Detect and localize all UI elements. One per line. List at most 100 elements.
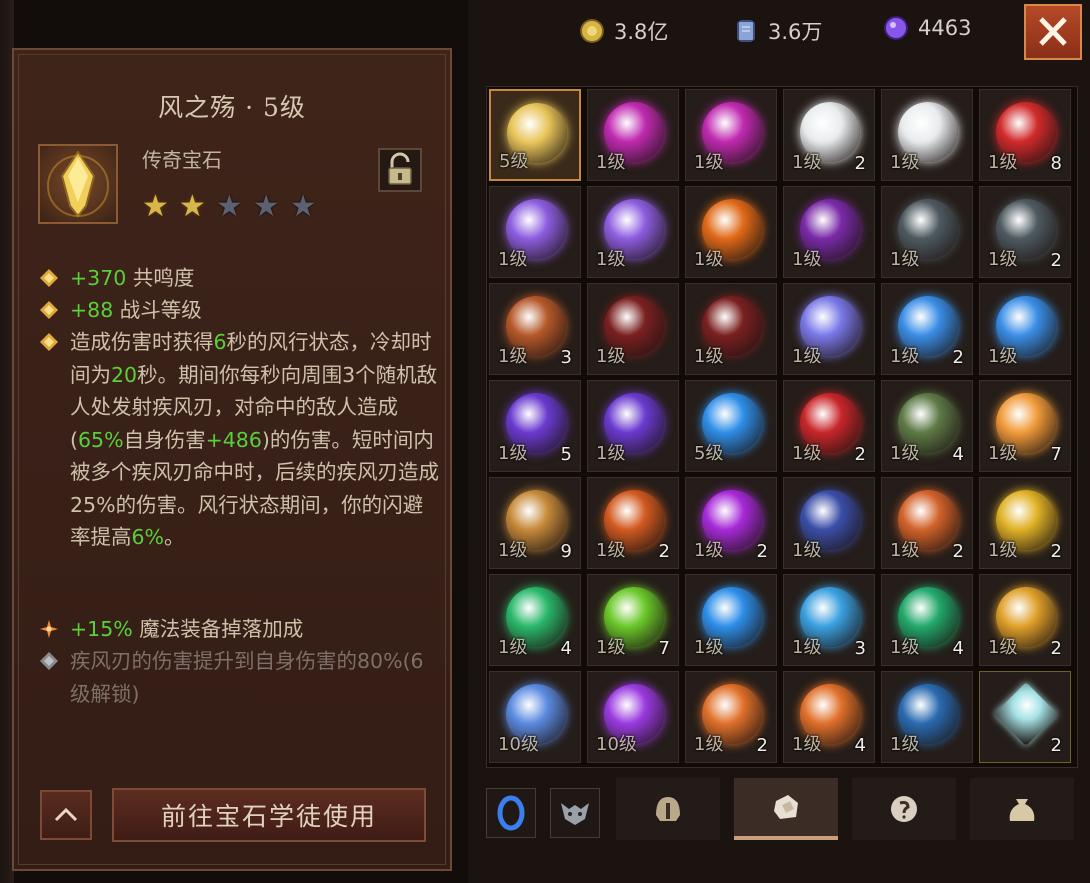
gem-slot[interactable]: 10级 bbox=[489, 671, 581, 763]
gem-slot[interactable]: 1级 2 bbox=[783, 89, 875, 181]
gem-slot[interactable]: 1级 bbox=[783, 186, 875, 278]
gem-slot[interactable]: 1级 bbox=[783, 283, 875, 375]
star-empty-icon: ★ bbox=[252, 189, 280, 224]
gem-level: 5级 bbox=[499, 151, 529, 172]
gem-count: 2 bbox=[854, 153, 866, 174]
gem-slot[interactable]: 1级 2 bbox=[685, 477, 777, 569]
gem-slot[interactable]: 5级 bbox=[685, 380, 777, 472]
gold-coin-icon bbox=[580, 19, 604, 43]
tab-gems[interactable] bbox=[734, 778, 838, 840]
effect-damage-flat: +486 bbox=[205, 427, 262, 452]
collapse-button[interactable] bbox=[40, 790, 92, 840]
gem-count: 2 bbox=[658, 541, 670, 562]
gem-slot[interactable]: 1级 9 bbox=[489, 477, 581, 569]
tab-helmet[interactable] bbox=[616, 778, 720, 840]
gem-count: 2 bbox=[756, 541, 768, 562]
gem-slot[interactable]: 2 bbox=[979, 671, 1071, 763]
gem-count: 2 bbox=[854, 444, 866, 465]
gem-slot[interactable]: 1级 4 bbox=[783, 671, 875, 763]
gem-slot[interactable]: 1级 5 bbox=[489, 380, 581, 472]
gem-slot[interactable]: 1级 7 bbox=[979, 380, 1071, 472]
close-button[interactable] bbox=[1024, 4, 1082, 60]
currency-orb: 4463 bbox=[884, 16, 971, 40]
gem-slot[interactable]: 1级 4 bbox=[881, 380, 973, 472]
gem-slot[interactable]: 1级 8 bbox=[979, 89, 1071, 181]
stat-combat-level-value: +88 bbox=[70, 298, 114, 322]
gem-inventory-panel: 3.8亿 3.6万 4463 5级 1级 1级 1级 2 1级 1级 8 1级 1级 1级 1级 1级 1… bbox=[468, 0, 1090, 883]
gem-level: 1级 bbox=[890, 443, 920, 464]
gem-count: 5 bbox=[560, 444, 572, 465]
gem-grid: 5级 1级 1级 1级 2 1级 1级 8 1级 1级 1级 1级 1级 1级 2 1级 3 1级 1级 1级 1级 2 1… bbox=[486, 86, 1078, 768]
gem-slot[interactable]: 1级 3 bbox=[489, 283, 581, 375]
stat-resonance: +370 共鸣度 bbox=[40, 262, 440, 295]
tab-demon-mask[interactable] bbox=[550, 788, 600, 838]
gem-slot[interactable]: 1级 bbox=[685, 283, 777, 375]
gem-slot[interactable]: 1级 bbox=[587, 380, 679, 472]
purple-orb-icon bbox=[884, 16, 908, 40]
gem-effect-text: 造成伤害时获得6秒的风行状态，冷却时间为20秒。期间你每秒向周围3个随机敌人处发… bbox=[40, 326, 440, 554]
gem-slot[interactable]: 1级 bbox=[881, 89, 973, 181]
gem-count: 2 bbox=[1050, 541, 1062, 562]
use-at-gem-apprentice-button[interactable]: 前往宝石学徒使用 bbox=[112, 788, 426, 842]
gem-slot[interactable]: 1级 bbox=[587, 186, 679, 278]
gem-level: 1级 bbox=[890, 540, 920, 561]
gem-level: 1级 bbox=[694, 346, 724, 367]
gem-slot[interactable]: 1级 4 bbox=[489, 574, 581, 666]
currency-gold: 3.8亿 bbox=[580, 16, 668, 46]
gold-diamond-icon bbox=[40, 269, 58, 287]
lock-button[interactable] bbox=[378, 148, 422, 192]
gem-level: 1级 bbox=[694, 249, 724, 270]
tab-rune[interactable] bbox=[852, 778, 956, 840]
close-icon bbox=[1039, 17, 1067, 46]
currency-orb-value: 4463 bbox=[918, 16, 972, 40]
tab-bag[interactable] bbox=[970, 778, 1074, 840]
gem-slot[interactable]: 1级 4 bbox=[881, 574, 973, 666]
gem-slot[interactable]: 1级 bbox=[783, 477, 875, 569]
gold-diamond-icon bbox=[40, 333, 58, 351]
stat-resonance-value: +370 bbox=[70, 266, 127, 290]
gem-slot[interactable]: 1级 bbox=[685, 186, 777, 278]
gem-slot[interactable]: 1级 2 bbox=[979, 574, 1071, 666]
star-empty-icon: ★ bbox=[215, 189, 243, 224]
gem-slot[interactable]: 1级 2 bbox=[685, 671, 777, 763]
effect-duration: 6 bbox=[213, 330, 227, 354]
unlocked-padlock-icon bbox=[388, 152, 412, 185]
gem-slot[interactable]: 1级 bbox=[685, 574, 777, 666]
star-filled-icon: ★ bbox=[142, 189, 169, 224]
gem-slot[interactable]: 1级 bbox=[587, 89, 679, 181]
gem-slot[interactable]: 1级 bbox=[881, 671, 973, 763]
star-empty-icon: ★ bbox=[289, 189, 317, 224]
gem-slot[interactable]: 1级 bbox=[979, 283, 1071, 375]
grey-diamond-icon bbox=[40, 652, 58, 670]
gem-slot[interactable]: 1级 bbox=[685, 89, 777, 181]
currency-gold-value: 3.8亿 bbox=[614, 20, 669, 44]
gem-slot[interactable]: 1级 bbox=[587, 283, 679, 375]
tab-blue-orb[interactable] bbox=[486, 788, 536, 838]
demon-mask-icon bbox=[561, 803, 589, 825]
gem-slot[interactable]: 1级 2 bbox=[881, 283, 973, 375]
gem-level: 1级 bbox=[890, 734, 920, 755]
gem-slot[interactable]: 1级 bbox=[881, 186, 973, 278]
gem-icon bbox=[994, 682, 1058, 746]
gem-slot[interactable]: 1级 2 bbox=[979, 186, 1071, 278]
chevron-up-icon bbox=[54, 807, 78, 822]
gem-slot[interactable]: 1级 2 bbox=[881, 477, 973, 569]
gem-detail-panel: 风之殇 · 5级 传奇宝石 ★ ★ ★ ★ ★ +370 共鸣度 +88 战斗等级 造成… bbox=[12, 48, 452, 871]
gem-slot[interactable]: 1级 2 bbox=[587, 477, 679, 569]
gem-slot[interactable]: 1级 bbox=[489, 186, 581, 278]
gem-slot[interactable]: 1级 2 bbox=[979, 477, 1071, 569]
gem-slot[interactable]: 5级 bbox=[489, 89, 581, 181]
gem-level: 1级 bbox=[890, 637, 920, 658]
gem-level: 1级 bbox=[694, 734, 724, 755]
gem-slot[interactable]: 10级 bbox=[587, 671, 679, 763]
gem-slot[interactable]: 1级 7 bbox=[587, 574, 679, 666]
gem-level: 1级 bbox=[988, 346, 1018, 367]
gem-count: 3 bbox=[854, 638, 866, 659]
gem-level: 1级 bbox=[988, 249, 1018, 270]
gem-count: 2 bbox=[1050, 638, 1062, 659]
gem-pouch-icon bbox=[774, 795, 798, 819]
gem-slot[interactable]: 1级 3 bbox=[783, 574, 875, 666]
gem-slot[interactable]: 1级 2 bbox=[783, 380, 875, 472]
gem-title: 风之殇 · 5级 bbox=[158, 93, 306, 122]
gem-count: 2 bbox=[756, 735, 768, 756]
